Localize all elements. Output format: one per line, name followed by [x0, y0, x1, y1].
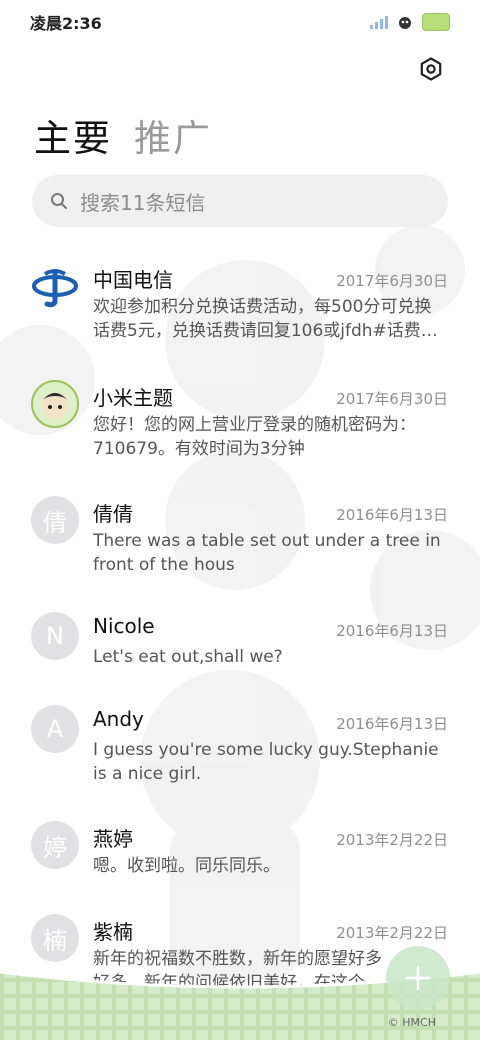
message-date: 2017年6月30日: [336, 390, 448, 408]
message-date: 2013年2月22日: [336, 831, 448, 849]
conversation-row[interactable]: 婷 燕婷 2013年2月22日 嗯。收到啦。同乐同乐。: [0, 821, 480, 911]
status-time: 凌晨2:36: [30, 14, 102, 33]
contact-name: 紫楠: [93, 920, 133, 944]
avatar: 倩: [31, 496, 79, 544]
conversation-row[interactable]: 倩 倩倩 2016年6月13日 There was a table set ou…: [0, 496, 480, 606]
avatar: [31, 380, 79, 428]
conversation-row[interactable]: N Nicole 2016年6月13日 Let's eat out,shall …: [0, 612, 480, 702]
search-placeholder: 搜索11条短信: [80, 190, 206, 215]
message-preview: There was a table set out under a tree i…: [93, 531, 441, 575]
contact-name: Nicole: [93, 614, 155, 638]
message-preview: 您好！您的网上营业厅登录的随机密码为：710679。有效时间为3分钟: [93, 415, 416, 459]
message-preview: I guess you're some lucky guy.Stephanie …: [93, 740, 439, 784]
message-date: 2017年6月30日: [336, 272, 448, 290]
copyright-text: © HMCH: [387, 1016, 436, 1029]
settings-button[interactable]: [416, 54, 446, 84]
avatar: A: [31, 705, 79, 753]
new-message-button[interactable]: [386, 946, 450, 1010]
search-icon: [51, 193, 67, 209]
china-telecom-logo-icon: [32, 269, 78, 308]
wifi-icon: [399, 17, 411, 29]
search-bar[interactable]: 搜索11条短信: [32, 175, 448, 227]
avatar: [31, 262, 79, 310]
contact-name: Andy: [93, 707, 144, 731]
message-date: 2016年6月13日: [336, 506, 448, 524]
plus-icon: [405, 965, 431, 991]
signal-icon: [370, 15, 388, 29]
tab-promotions[interactable]: 推广: [134, 108, 212, 162]
message-date: 2016年6月13日: [336, 622, 448, 640]
cartoon-avatar-icon: [41, 393, 69, 419]
message-preview: Let's eat out,shall we?: [93, 647, 283, 667]
conversation-row[interactable]: A Andy 2016年6月13日 I guess you're some lu…: [0, 705, 480, 815]
avatar: 婷: [31, 821, 79, 869]
message-date: 2016年6月13日: [336, 715, 448, 733]
avatar: N: [31, 612, 79, 660]
message-date: 2013年2月22日: [336, 924, 448, 942]
status-icons: [370, 13, 450, 31]
message-tabs: 主要 推广: [34, 108, 212, 162]
contact-name: 中国电信: [93, 268, 173, 292]
status-bar: 凌晨2:36: [0, 0, 480, 44]
avatar: 楠: [31, 914, 79, 962]
message-preview: 欢迎参加积分兑换话费活动，每500分可兑换话费5元，兑换话费请回复106或jfd…: [93, 297, 438, 341]
tab-primary[interactable]: 主要: [34, 108, 112, 162]
message-preview: 嗯。收到啦。同乐同乐。: [93, 856, 280, 876]
conversation-row[interactable]: 中国电信 2017年6月30日 欢迎参加积分兑换话费活动，每500分可兑换话费5…: [0, 262, 480, 372]
gear-icon: [420, 57, 442, 81]
contact-name: 小米主题: [93, 386, 173, 410]
battery-icon: [422, 13, 450, 31]
conversation-row[interactable]: 小米主题 2017年6月30日 您好！您的网上营业厅登录的随机密码为：71067…: [0, 380, 480, 490]
contact-name: 倩倩: [93, 502, 133, 526]
contact-name: 燕婷: [93, 827, 133, 851]
